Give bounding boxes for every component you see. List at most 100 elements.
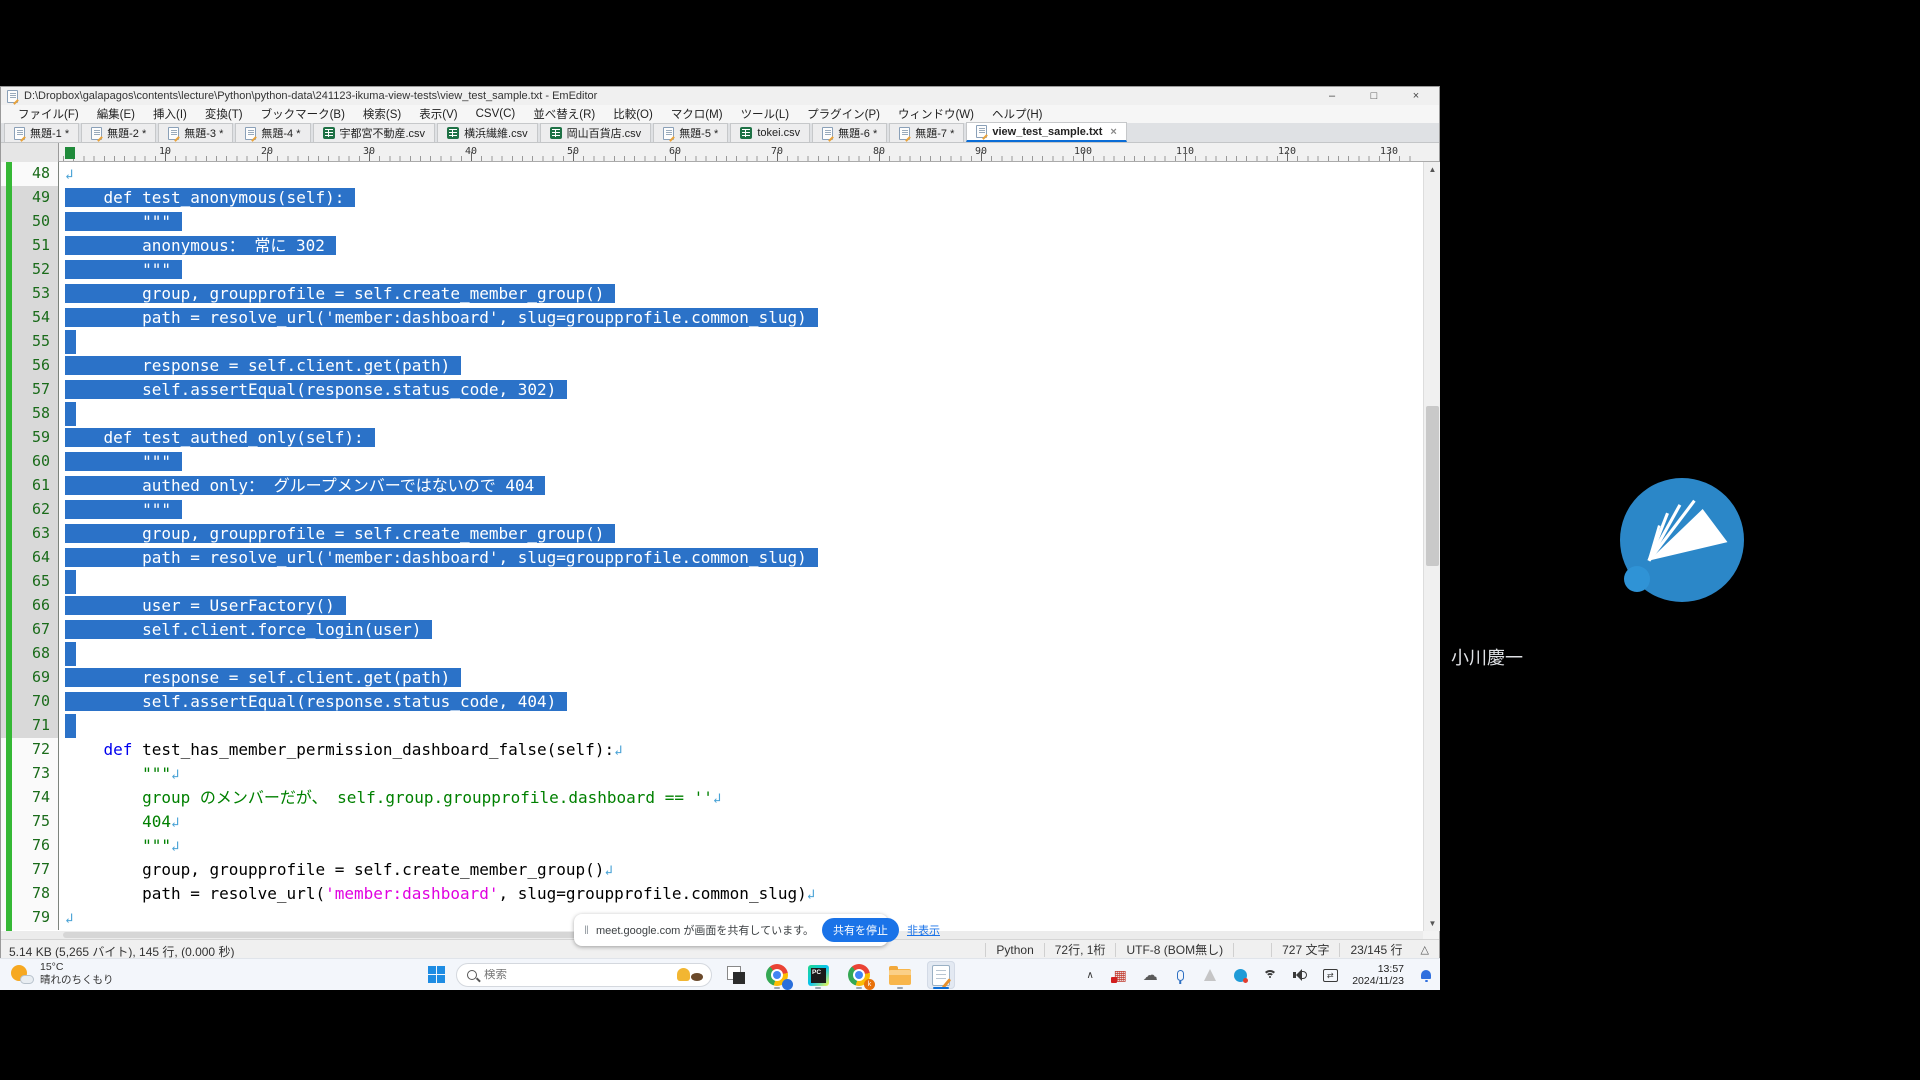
stop-sharing-button[interactable]: 共有を停止 <box>822 918 899 942</box>
document-tab[interactable]: 無題-1 * <box>4 123 79 142</box>
line-number: 54 <box>32 308 50 326</box>
file-explorer-button[interactable] <box>886 961 914 989</box>
window-titlebar[interactable]: D:\Dropbox\galapagos\contents\lecture\Py… <box>1 87 1439 105</box>
newline-mark-icon: ↲ <box>604 863 612 879</box>
vertical-scrollbar[interactable]: ▲ ▼ <box>1423 162 1440 931</box>
code-line: 65 <box>1 570 1423 594</box>
line-number: 60 <box>32 452 50 470</box>
windows-taskbar: 15°C 晴れのちくもり PC k <box>0 958 1440 990</box>
line-number: 50 <box>32 212 50 230</box>
minimize-button[interactable]: – <box>1311 87 1353 105</box>
menu-item[interactable]: 変換(T) <box>196 105 252 123</box>
menu-item[interactable]: ブックマーク(B) <box>252 105 354 123</box>
app-dot-icon[interactable] <box>1232 969 1248 982</box>
pycharm-icon: PC <box>808 965 829 986</box>
menu-item[interactable]: プラグイン(P) <box>798 105 889 123</box>
hide-banner-link[interactable]: 非表示 <box>907 922 940 938</box>
taskbar-clock[interactable]: 13:57 2024/11/23 <box>1352 963 1404 988</box>
weather-sun-cloud-icon <box>10 962 34 986</box>
start-button[interactable] <box>428 966 445 983</box>
search-input[interactable] <box>484 969 675 981</box>
ruler-corner <box>1 143 59 162</box>
tab-label: 無題-6 * <box>838 125 877 141</box>
code-line: 62 """ <box>1 498 1423 522</box>
taskbar-search[interactable] <box>456 963 712 987</box>
menu-item[interactable]: 挿入(I) <box>144 105 196 123</box>
line-number: 69 <box>32 668 50 686</box>
scroll-up-arrow-icon[interactable]: ▲ <box>1424 162 1441 177</box>
document-tab[interactable]: 無題-5 * <box>653 123 728 142</box>
menu-item[interactable]: ファイル(F) <box>9 105 88 123</box>
line-number: 77 <box>32 860 50 878</box>
document-tab[interactable]: view_test_sample.txt× <box>966 122 1127 142</box>
document-tab[interactable]: 横浜繊維.csv <box>437 123 538 142</box>
menu-item[interactable]: 検索(S) <box>354 105 410 123</box>
chevron-up-icon[interactable]: ∧ <box>1082 970 1098 981</box>
menu-item[interactable]: 並べ替え(R) <box>524 105 604 123</box>
line-number: 53 <box>32 284 50 302</box>
menu-item[interactable]: ウィンドウ(W) <box>889 105 983 123</box>
antenna-icon[interactable] <box>1202 969 1218 981</box>
code-line: 66 user = UserFactory() <box>1 594 1423 618</box>
emeditor-taskbar-button[interactable] <box>927 961 955 989</box>
ime-icon[interactable]: ⇄ <box>1322 969 1338 982</box>
menu-item[interactable]: 編集(E) <box>88 105 144 123</box>
notification-bell-icon[interactable] <box>1420 969 1432 981</box>
cloud-icon[interactable]: ☁ <box>1142 966 1158 984</box>
status-segment <box>1233 943 1271 957</box>
menu-item[interactable]: ヘルプ(H) <box>983 105 1051 123</box>
menu-item[interactable]: ツール(L) <box>732 105 799 123</box>
drag-handle-icon[interactable]: ‖ <box>584 923 588 937</box>
document-tab[interactable]: 宇都宮不動産.csv <box>313 123 436 142</box>
line-number: 74 <box>32 788 50 806</box>
scroll-down-arrow-icon[interactable]: ▼ <box>1424 916 1441 931</box>
document-tab[interactable]: tokei.csv <box>730 123 810 142</box>
document-tab[interactable]: 無題-3 * <box>158 123 233 142</box>
code-line: 72 def test_has_member_permission_dashbo… <box>1 738 1423 762</box>
tab-close-icon[interactable]: × <box>1110 126 1116 138</box>
wifi-icon[interactable] <box>1262 970 1278 980</box>
document-tab[interactable]: 無題-4 * <box>235 123 310 142</box>
remote-grid-icon[interactable]: ▦ <box>1112 967 1128 984</box>
document-tab[interactable]: 岡山百貨店.csv <box>540 123 652 142</box>
status-right-segments: Python72行, 1桁UTF-8 (BOM無し)727 文字23/145 行… <box>985 940 1437 959</box>
status-bell-icon[interactable]: △ <box>1413 943 1437 956</box>
line-number: 63 <box>32 524 50 542</box>
document-tab[interactable]: 無題-6 * <box>812 123 887 142</box>
chrome-pin-app-button[interactable] <box>763 961 791 989</box>
line-number: 59 <box>32 428 50 446</box>
line-number: 55 <box>32 332 50 350</box>
weather-widget[interactable]: 15°C 晴れのちくもり <box>10 961 114 987</box>
code-line: 61 authed only： グループメンバーではないので 404 <box>1 474 1423 498</box>
close-button[interactable]: × <box>1395 87 1437 105</box>
maximize-button[interactable]: □ <box>1353 87 1395 105</box>
code-line: 64 path = resolve_url('member:dashboard'… <box>1 546 1423 570</box>
chrome-profile-app-button[interactable]: k <box>845 961 873 989</box>
menu-item[interactable]: 表示(V) <box>410 105 466 123</box>
pycharm-app-button[interactable]: PC <box>804 961 832 989</box>
status-segment: 23/145 行 <box>1339 943 1412 957</box>
menu-item[interactable]: 比較(O) <box>604 105 662 123</box>
layers-app-button[interactable] <box>722 961 750 989</box>
line-number: 75 <box>32 812 50 830</box>
document-tab[interactable]: 無題-7 * <box>889 123 964 142</box>
window-title: D:\Dropbox\galapagos\contents\lecture\Py… <box>24 90 597 102</box>
newline-mark-icon: ↲ <box>171 767 179 783</box>
volume-icon[interactable] <box>1292 969 1308 981</box>
layers-icon <box>727 966 745 984</box>
menu-item[interactable]: CSV(C) <box>467 105 525 123</box>
menu-item[interactable]: マクロ(M) <box>662 105 732 123</box>
pin-badge-icon <box>782 979 793 990</box>
line-number: 68 <box>32 644 50 662</box>
horizontal-scrollbar-thumb[interactable] <box>63 932 623 938</box>
line-number: 51 <box>32 236 50 254</box>
weather-text: 15°C 晴れのちくもり <box>40 961 114 987</box>
system-tray: ∧ ▦ ☁ ⇄ 13:57 2024/11/23 <box>1082 959 1432 991</box>
text-file-icon <box>91 127 102 140</box>
avatar-sub-circle <box>1624 566 1650 592</box>
vertical-scrollbar-thumb[interactable] <box>1426 406 1439 566</box>
code-line: 70 self.assertEqual(response.status_code… <box>1 690 1423 714</box>
code-editor-area[interactable]: 48↲49 def test_anonymous(self):50 """51 … <box>1 162 1423 931</box>
microphone-icon[interactable] <box>1172 970 1188 981</box>
document-tab[interactable]: 無題-2 * <box>81 123 156 142</box>
